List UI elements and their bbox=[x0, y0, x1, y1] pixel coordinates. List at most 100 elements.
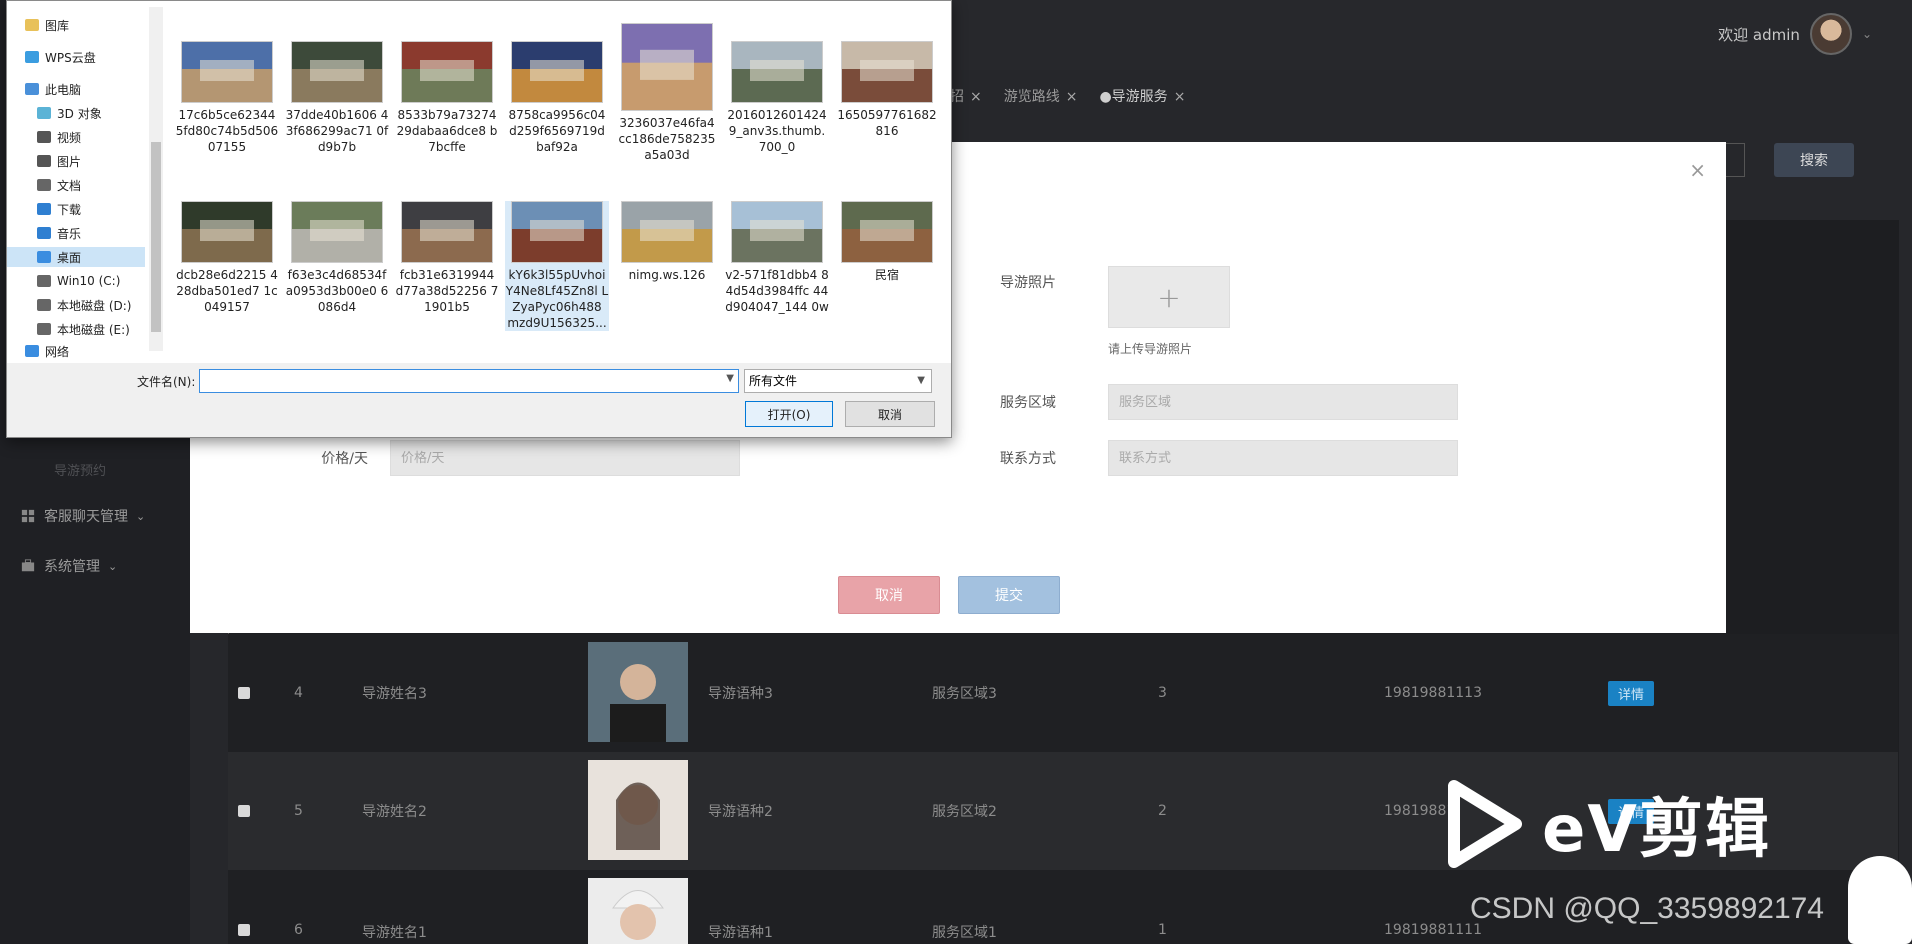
file-item[interactable]: 2016012601424 9_anv3s.thumb. 700_0 bbox=[725, 41, 829, 155]
cube-icon bbox=[37, 107, 51, 119]
chevron-down-icon: ⌄ bbox=[108, 559, 118, 573]
nav-item[interactable]: 下载 bbox=[37, 199, 81, 219]
computer-icon bbox=[25, 83, 39, 95]
tab-item[interactable]: 招 × bbox=[950, 86, 982, 106]
folder-icon bbox=[25, 19, 39, 31]
file-name: 3236037e46fa4 cc186de758235 a5a03d bbox=[618, 116, 716, 162]
file-thumbnail bbox=[621, 201, 713, 263]
upload-photo-button[interactable]: + bbox=[1108, 266, 1230, 328]
file-thumbnail bbox=[511, 41, 603, 103]
file-grid: 17c6b5ce623445fd80c74b5d50607155 37dde40b… bbox=[163, 11, 943, 351]
drive-icon bbox=[37, 275, 51, 287]
file-thumbnail bbox=[401, 41, 493, 103]
file-item[interactable]: v2-571f81dbb4 84d54d3984ffc 44d904047_14… bbox=[725, 201, 829, 315]
file-thumbnail bbox=[291, 201, 383, 263]
file-name: 民宿 bbox=[874, 268, 899, 282]
chevron-down-icon[interactable]: ⌄ bbox=[1862, 27, 1872, 41]
sidebar-item-system[interactable]: 系统管理 ⌄ bbox=[20, 556, 117, 576]
row-checkbox[interactable] bbox=[238, 687, 250, 699]
file-name: kY6k3l55pUvhoi Y4Ne8Lf45Zn8l LZyaPyc06h4… bbox=[505, 268, 609, 330]
sidebar-item-guide-booking[interactable]: 导游预约 bbox=[54, 460, 106, 479]
file-thumbnail bbox=[841, 201, 933, 263]
plus-icon: + bbox=[1157, 280, 1181, 314]
tab-bar: 招 × 游览路线 × ●导游服务 × bbox=[950, 86, 1185, 106]
search-button[interactable]: 搜索 bbox=[1774, 143, 1854, 177]
contact-input[interactable]: 联系方式 bbox=[1108, 440, 1458, 476]
file-item[interactable]: 17c6b5ce623445fd80c74b5d50607155 bbox=[175, 41, 279, 155]
avatar[interactable] bbox=[1809, 13, 1852, 55]
area-input[interactable]: 服务区域 bbox=[1108, 384, 1458, 420]
nav-scrollbar[interactable] bbox=[149, 7, 163, 351]
cancel-button[interactable]: 取消 bbox=[838, 576, 940, 614]
nav-item[interactable]: 3D 对象 bbox=[37, 103, 102, 123]
filetype-select[interactable]: 所有文件 ▼ bbox=[744, 369, 932, 393]
contact-label: 联系方式 bbox=[1000, 451, 1056, 467]
scrollbar-thumb[interactable] bbox=[151, 142, 161, 332]
nav-item[interactable]: 本地磁盘 (D:) bbox=[37, 295, 131, 315]
file-item[interactable]: 37dde40b1606 43f686299ac71 0fd9b7b bbox=[285, 41, 389, 155]
file-item[interactable]: 1650597761682 816 bbox=[835, 41, 939, 139]
file-item[interactable]: 8758ca9956c04 d259f6569719d baf92a bbox=[505, 41, 609, 155]
detail-button[interactable]: 详情 bbox=[1608, 680, 1655, 706]
welcome-text: 欢迎 admin bbox=[1718, 25, 1800, 44]
file-open-dialog: 图库 WPS云盘此电脑 3D 对象视频图片文档下载音乐桌面 Win10 (C:) 本地磁… bbox=[6, 0, 952, 438]
file-name: 17c6b5ce623445fd80c74b5d50607155 bbox=[175, 108, 279, 154]
nav-item[interactable]: 视频 bbox=[37, 127, 81, 147]
file-name: dcb28e6d2215 428dba501ed7 1c049157 bbox=[176, 268, 278, 314]
area-label: 服务区域 bbox=[1000, 395, 1056, 411]
row-checkbox[interactable] bbox=[238, 805, 250, 817]
file-item[interactable]: 8533b79a73274 29dabaa6dce8 b7bcffe bbox=[395, 41, 499, 155]
file-thumbnail bbox=[401, 201, 493, 263]
cloud-icon bbox=[25, 51, 39, 63]
user-menu[interactable]: 欢迎 admin ⌄ bbox=[1718, 13, 1872, 55]
nav-item[interactable]: 此电脑 bbox=[25, 79, 81, 99]
price-input[interactable]: 价格/天 bbox=[390, 440, 740, 476]
navigation-pane: 图库 WPS云盘此电脑 3D 对象视频图片文档下载音乐桌面 Win10 (C:) 本地磁… bbox=[7, 1, 159, 359]
sidebar-item-chat[interactable]: 客服聊天管理 ⌄ bbox=[20, 506, 145, 526]
nav-item[interactable]: Win10 (C:) bbox=[37, 271, 120, 291]
file-item[interactable]: f63e3c4d68534f a0953d3b00e0 6086d4 bbox=[285, 201, 389, 315]
picture-icon bbox=[37, 155, 51, 167]
tab-guide-service[interactable]: ●导游服务 × bbox=[1099, 86, 1185, 106]
desktop-icon bbox=[37, 251, 51, 263]
nav-item[interactable]: 本地磁盘 (E:) bbox=[37, 319, 130, 339]
nav-item[interactable]: 文档 bbox=[37, 175, 81, 195]
file-thumbnail bbox=[621, 23, 713, 111]
table-row: 4 导游姓名3 导游语种3 服务区域3 3 19819881113 详情 bbox=[228, 634, 1898, 752]
dialog-buttons: 打开(O) 取消 bbox=[7, 393, 951, 437]
cancel-button[interactable]: 取消 bbox=[845, 401, 935, 427]
nav-item[interactable]: 音乐 bbox=[37, 223, 81, 243]
file-thumbnail bbox=[731, 41, 823, 103]
row-checkbox[interactable] bbox=[238, 924, 250, 936]
music-icon bbox=[37, 227, 51, 239]
filename-input[interactable]: ▼ bbox=[199, 369, 739, 393]
file-item[interactable]: dcb28e6d2215 428dba501ed7 1c049157 bbox=[175, 201, 279, 315]
close-icon[interactable]: × bbox=[1174, 89, 1186, 105]
ev-watermark: eV剪辑 bbox=[1446, 778, 1771, 870]
file-item[interactable]: 民宿 bbox=[835, 201, 939, 283]
file-name: 8533b79a73274 29dabaa6dce8 b7bcffe bbox=[396, 108, 498, 154]
nav-item[interactable]: 网络 bbox=[25, 341, 69, 361]
open-button[interactable]: 打开(O) bbox=[745, 401, 833, 427]
tab-item[interactable]: 游览路线 × bbox=[1004, 86, 1078, 106]
guide-photo bbox=[588, 642, 688, 742]
close-icon[interactable]: × bbox=[1689, 158, 1706, 182]
close-icon[interactable]: × bbox=[1066, 89, 1078, 105]
file-item[interactable]: kY6k3l55pUvhoi Y4Ne8Lf45Zn8l LZyaPyc06h4… bbox=[505, 201, 609, 331]
chevron-down-icon[interactable]: ▼ bbox=[726, 373, 734, 384]
nav-item[interactable]: 图片 bbox=[37, 151, 81, 171]
guide-photo bbox=[588, 760, 688, 860]
file-item[interactable]: nimg.ws.126 bbox=[615, 201, 719, 283]
file-thumbnail bbox=[181, 201, 273, 263]
file-thumbnail bbox=[291, 41, 383, 103]
file-item[interactable]: fcb31e6319944 d77a38d52256 71901b5 bbox=[395, 201, 499, 315]
file-item[interactable]: 3236037e46fa4 cc186de758235 a5a03d bbox=[615, 23, 719, 163]
chevron-down-icon: ▼ bbox=[917, 375, 925, 386]
submit-button[interactable]: 提交 bbox=[958, 576, 1060, 614]
nav-item[interactable]: 图库 bbox=[25, 15, 69, 35]
file-thumbnail bbox=[511, 201, 603, 263]
nav-item[interactable]: 桌面 bbox=[7, 247, 145, 267]
nav-item[interactable]: WPS云盘 bbox=[25, 47, 96, 67]
close-icon[interactable]: × bbox=[970, 89, 982, 105]
file-name: f63e3c4d68534f a0953d3b00e0 6086d4 bbox=[285, 268, 389, 314]
